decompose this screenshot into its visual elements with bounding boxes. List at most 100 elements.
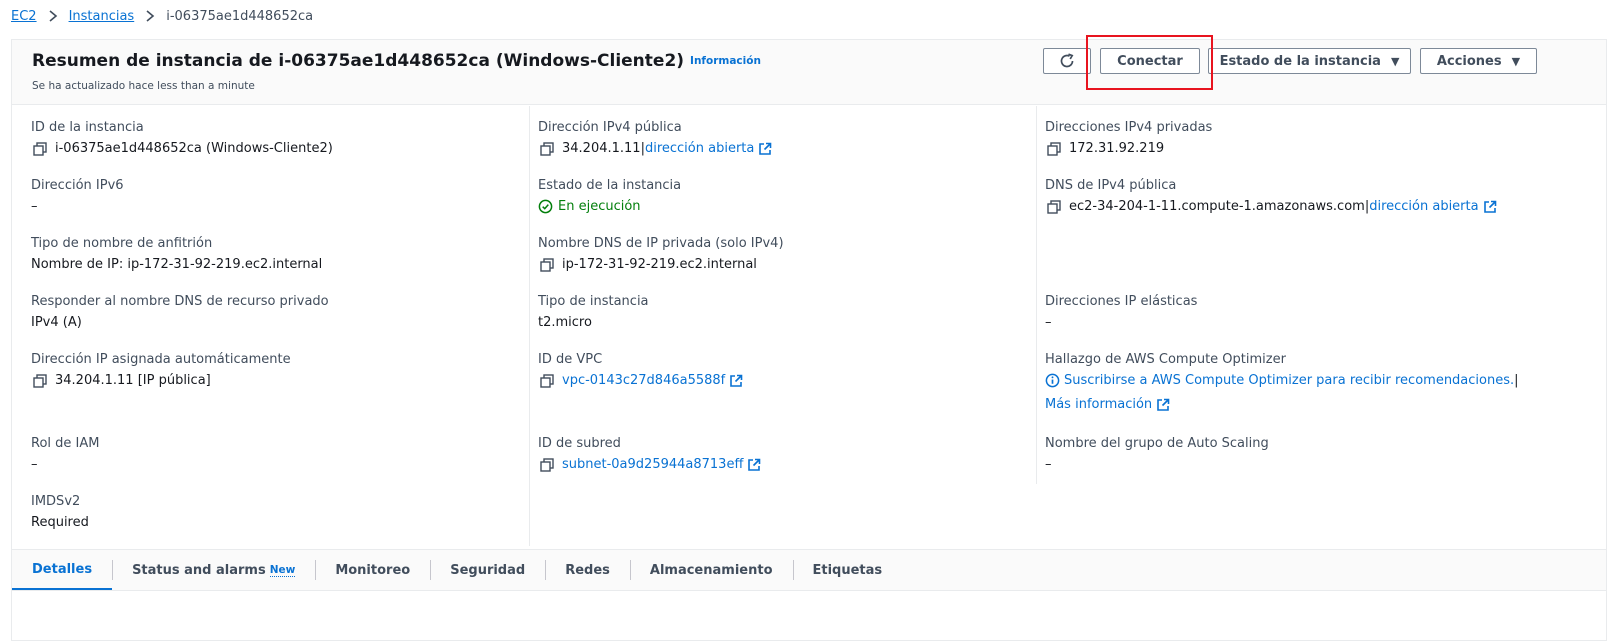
private-dns-value: ip-172-31-92-219.ec2.internal (562, 257, 757, 272)
field-label: ID de la instancia (31, 120, 144, 135)
field-label: IMDSv2 (31, 494, 81, 509)
private-ipv4-value: 172.31.92.219 (1069, 141, 1165, 156)
copy-icon[interactable] (33, 373, 47, 388)
field-value: – (31, 199, 38, 214)
breadcrumb-instances-link[interactable]: Instancias (69, 9, 135, 24)
subnet-link[interactable]: subnet-0a9d25944a8713eff (562, 457, 743, 472)
field-label: Tipo de nombre de anfitrión (31, 236, 213, 251)
field-label: Dirección IPv4 pública (538, 120, 682, 135)
field-value: vpc-0143c27d846a5588f (538, 373, 743, 388)
field-ipv6: Dirección IPv6 – (31, 178, 124, 214)
field-value: 172.31.92.219 (1045, 141, 1212, 156)
instance-state-dropdown[interactable]: Estado de la instancia ▼ (1208, 48, 1411, 74)
copy-icon[interactable] (540, 457, 554, 472)
caret-down-icon: ▼ (1390, 54, 1400, 68)
tab-tags[interactable]: Etiquetas (792, 550, 903, 590)
external-link-icon[interactable] (1483, 200, 1497, 214)
tab-label: Seguridad (450, 562, 526, 578)
field-value: Required (31, 515, 89, 530)
tab-security[interactable]: Seguridad (430, 550, 545, 590)
external-link-icon[interactable] (747, 458, 761, 472)
title-text: Resumen de instancia de i-06375ae1d44865… (32, 51, 685, 71)
field-value: 34.204.1.11 [IP pública] (31, 373, 291, 388)
vpc-link[interactable]: vpc-0143c27d846a5588f (562, 373, 725, 388)
field-label: Responder al nombre DNS de recurso priva… (31, 294, 329, 309)
field-label: Nombre DNS de IP privada (solo IPv4) (538, 236, 784, 251)
field-public-ipv4: Dirección IPv4 pública 34.204.1.11 | dire… (538, 120, 772, 156)
tab-label: Etiquetas (812, 562, 883, 578)
tab-status-alarms[interactable]: Status and alarms New (112, 550, 315, 590)
open-address-link[interactable]: dirección abierta (645, 141, 754, 156)
field-public-dns: DNS de IPv4 pública ec2-34-204-1-11.comp… (1045, 178, 1497, 214)
tab-monitoring[interactable]: Monitoreo (315, 550, 430, 590)
updated-text: Se ha actualizado hace less than a minut… (32, 80, 255, 92)
tab-networking[interactable]: Redes (545, 550, 630, 590)
new-badge: New (269, 563, 296, 577)
page-title: Resumen de instancia de i-06375ae1d44865… (32, 51, 761, 71)
field-instance-id: ID de la instancia i-06375ae1d448652ca (… (31, 120, 333, 156)
tab-bar: Detalles Status and alarms New Monitoreo … (12, 549, 1606, 591)
field-value: i-06375ae1d448652ca (Windows-Cliente2) (31, 141, 333, 156)
caret-down-icon: ▼ (1511, 54, 1521, 68)
breadcrumb-ec2-link[interactable]: EC2 (11, 9, 37, 24)
refresh-button[interactable] (1043, 48, 1091, 74)
field-value: IPv4 (A) (31, 315, 82, 330)
tab-label: Detalles (32, 561, 93, 577)
field-instance-state: Estado de la instancia En ejecución (538, 178, 681, 214)
tab-storage[interactable]: Almacenamiento (629, 550, 793, 590)
breadcrumb: EC2 Instancias i-06375ae1d448652ca (11, 7, 313, 25)
field-label: Tipo de instancia (538, 294, 649, 309)
external-link-icon[interactable] (1156, 398, 1170, 412)
field-label: DNS de IPv4 pública (1045, 178, 1177, 193)
column-divider (529, 106, 530, 546)
copy-icon[interactable] (540, 141, 554, 156)
external-link-icon[interactable] (758, 142, 772, 156)
copy-icon[interactable] (540, 257, 554, 272)
refresh-icon (1060, 53, 1074, 68)
tab-label: Monitoreo (335, 562, 411, 578)
field-value: – (1045, 315, 1052, 330)
external-link-icon[interactable] (729, 374, 743, 388)
field-private-ipv4: Direcciones IPv4 privadas 172.31.92.219 (1045, 120, 1212, 156)
copy-icon[interactable] (1047, 199, 1061, 214)
field-instance-type: Tipo de instancia t2.micro (538, 294, 649, 330)
field-value: Más información (1045, 397, 1519, 412)
breadcrumb-current: i-06375ae1d448652ca (166, 8, 314, 24)
open-address-link[interactable]: dirección abierta (1369, 199, 1478, 214)
tab-label: Almacenamiento (649, 562, 773, 578)
copy-icon[interactable] (540, 373, 554, 388)
field-value: 34.204.1.11 | dirección abierta (538, 141, 772, 156)
info-circle-icon (1045, 373, 1060, 388)
public-ipv4-value: 34.204.1.11 (562, 141, 641, 156)
actions-label: Acciones (1436, 53, 1502, 69)
field-iam-role: Rol de IAM – (31, 436, 99, 472)
instance-summary-panel: Resumen de instancia de i-06375ae1d44865… (11, 39, 1607, 641)
field-vpc: ID de VPC vpc-0143c27d846a5588f (538, 352, 743, 388)
tab-label: Redes (565, 562, 610, 578)
more-info-link[interactable]: Más información (1045, 397, 1152, 412)
field-elastic-ip: Direcciones IP elásticas – (1045, 294, 1197, 330)
field-label: Dirección IPv6 (31, 178, 124, 193)
check-circle-icon (538, 199, 553, 214)
tab-label: Status and alarms (132, 562, 266, 578)
chevron-right-icon (45, 8, 61, 24)
field-label: Hallazgo de AWS Compute Optimizer (1045, 352, 1286, 367)
highlight-box (1086, 35, 1213, 90)
field-label: Dirección IP asignada automáticamente (31, 352, 291, 367)
actions-dropdown[interactable]: Acciones ▼ (1420, 48, 1537, 74)
instance-state-label: Estado de la instancia (1219, 53, 1381, 69)
optimizer-subscribe-link[interactable]: Suscribirse a AWS Compute Optimizer para… (1064, 373, 1514, 388)
copy-icon[interactable] (33, 141, 47, 156)
chevron-right-icon (142, 8, 158, 24)
auto-ip-value: 34.204.1.11 [IP pública] (55, 373, 211, 388)
field-value: Nombre de IP: ip-172-31-92-219.ec2.inter… (31, 257, 323, 272)
info-link[interactable]: Información (690, 55, 761, 67)
field-value: ip-172-31-92-219.ec2.internal (538, 257, 784, 272)
tab-details[interactable]: Detalles (12, 550, 113, 590)
field-subnet: ID de subred subnet-0a9d25944a8713eff (538, 436, 761, 472)
copy-icon[interactable] (1047, 141, 1061, 156)
field-auto-ip: Dirección IP asignada automáticamente 34… (31, 352, 291, 388)
column-divider (1036, 106, 1037, 484)
field-label: ID de subred (538, 436, 621, 451)
field-value: subnet-0a9d25944a8713eff (538, 457, 761, 472)
